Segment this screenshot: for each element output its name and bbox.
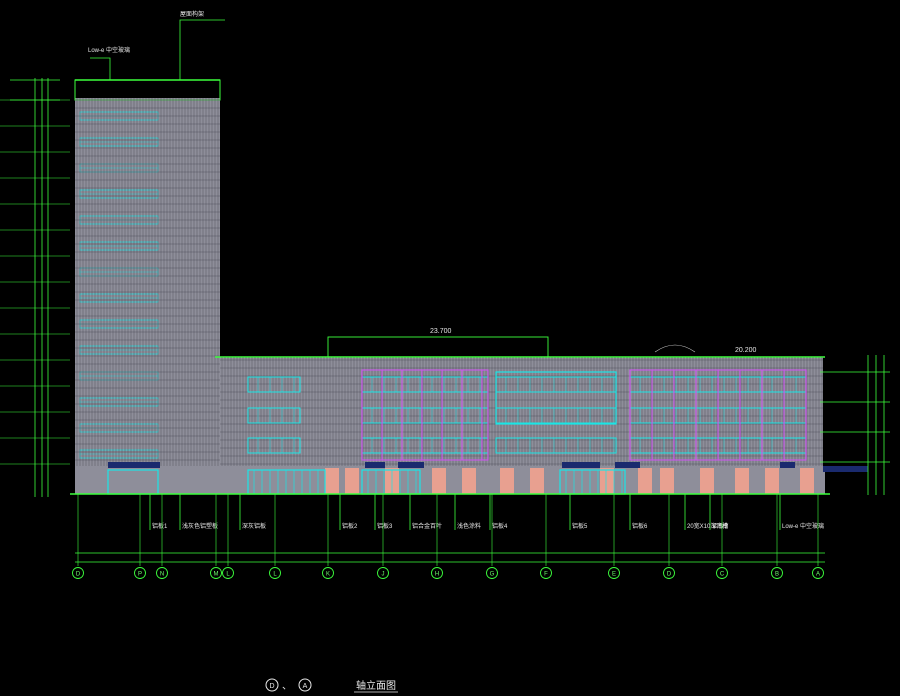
title-axis-from: D <box>269 683 274 690</box>
glass-label: Low-e 中空玻璃 <box>88 46 130 54</box>
axis-bubble-label: D <box>76 572 81 578</box>
elevation-drawing: 屋面构架 Low-e 中空玻璃 23.700 20.200 铝板1 浅灰色铝塑板 深… <box>0 0 900 696</box>
tower-block <box>74 79 221 494</box>
axis-bubble-label: F <box>544 572 548 578</box>
annotation-label: 深灰铝板 <box>242 522 266 530</box>
title-axis-to: A <box>303 683 308 690</box>
title-separator: 、 <box>282 681 292 692</box>
dim-20200: 20.200 <box>735 347 757 354</box>
axis-bubble-label: D <box>667 572 672 578</box>
axis-bubble-label: G <box>490 572 495 578</box>
annotation-label: 铝板1 <box>152 522 168 530</box>
axis-bubble-label: N <box>160 572 164 578</box>
axis-bubble-label: P <box>138 572 142 578</box>
annotation-label: 铝板2 <box>342 522 358 530</box>
axis-bubble-label: E <box>612 572 616 578</box>
axis-bubble-label: B <box>775 572 779 578</box>
dim-23700: 23.700 <box>430 328 452 335</box>
roof-label: 屋面构架 <box>180 10 204 18</box>
annotation-label: 浅灰色铝塑板 <box>182 522 218 530</box>
annotation-label: 铝板5 <box>572 522 588 530</box>
axis-bubble-label: M <box>214 572 219 578</box>
axis-bubble-label: J <box>382 572 385 578</box>
axis-bubble-label: C <box>720 572 725 578</box>
axis-bubble-label: A <box>816 572 820 578</box>
title-text: 轴立面图 <box>356 679 396 692</box>
annotation-label: 铝板5 <box>712 522 728 530</box>
annotation-label: 浅色涂料 <box>457 522 481 530</box>
annotation-label: 铝板3 <box>377 522 393 530</box>
axis-bubble-label: K <box>326 572 330 578</box>
annotation-label: 铝板4 <box>492 522 508 530</box>
axis-bubble-label: H <box>435 572 439 578</box>
ground-floor <box>70 462 868 495</box>
annotation-label: 铝板6 <box>632 522 648 530</box>
annotation-label: 铝合金百叶 <box>412 522 442 530</box>
